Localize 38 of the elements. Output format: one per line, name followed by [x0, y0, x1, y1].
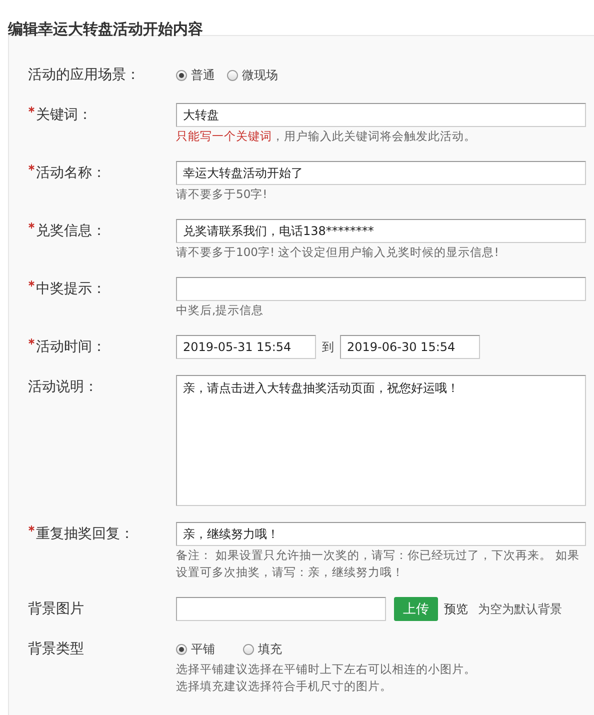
radio-icon[interactable]	[227, 70, 238, 80]
field-label: 活动时间：	[28, 335, 106, 359]
radio-option[interactable]: 平铺	[176, 640, 215, 658]
field-hint: 中奖后,提示信息	[176, 302, 264, 319]
input-field[interactable]: 兑奖请联系我们，电话138********	[176, 219, 586, 243]
file-field[interactable]	[176, 597, 386, 621]
field-note: 为空为默认背景	[478, 600, 562, 618]
page-title: 编辑幸运大转盘活动开始内容	[8, 19, 203, 39]
field-hint: 请不要多于100字! 这个设定但用户输入兑奖时候的显示信息!	[176, 244, 499, 261]
field-label: 关键词：	[28, 103, 92, 145]
range-separator: 到	[322, 338, 334, 356]
field-label: 活动的应用场景：	[28, 66, 140, 85]
radio-icon[interactable]	[243, 644, 254, 654]
radio-option[interactable]: 填充	[243, 640, 282, 658]
field-hint: 请不要多于50字!	[176, 186, 268, 203]
field-label: 重复抽奖回复：	[28, 522, 134, 581]
field-label: 中奖提示：	[28, 277, 106, 319]
field-label: 背景图片	[28, 600, 84, 619]
radio-icon[interactable]	[176, 644, 187, 654]
radio-icon[interactable]	[176, 70, 187, 80]
input-field[interactable]: 幸运大转盘活动开始了	[176, 161, 586, 185]
textarea-field[interactable]: 亲，请点击进入大转盘抽奖活动页面，祝您好运哦！	[176, 375, 586, 506]
field-label: 活动名称：	[28, 161, 106, 203]
field-label: 兑奖信息：	[28, 219, 106, 261]
preview-link[interactable]: 预览	[444, 600, 468, 618]
field-hint: 只能写一个关键词，用户输入此关键词将会触发此活动。	[176, 128, 476, 145]
input-field[interactable]	[176, 277, 586, 301]
date-field[interactable]: 2019-05-31 15:54	[176, 335, 316, 359]
input-field[interactable]: 大转盘	[176, 103, 586, 127]
field-label: 活动说明：	[28, 378, 98, 397]
radio-option[interactable]: 微现场	[227, 66, 278, 84]
field-hint: 选择填充建议选择符合手机尺寸的图片。	[176, 678, 392, 695]
field-hint: 选择平铺建议选择在平铺时上下左右可以相连的小图片。	[176, 661, 476, 678]
field-label: 背景类型	[28, 640, 84, 659]
input-field[interactable]: 亲，继续努力哦！	[176, 522, 586, 546]
field-hint: 备注： 如果设置只允许抽一次奖的，请写：你已经玩过了，下次再来。 如果设置可多次抽奖，请写：亲，继续努力哦！	[176, 547, 580, 581]
date-field[interactable]: 2019-06-30 15:54	[340, 335, 480, 359]
radio-option[interactable]: 普通	[176, 66, 215, 84]
